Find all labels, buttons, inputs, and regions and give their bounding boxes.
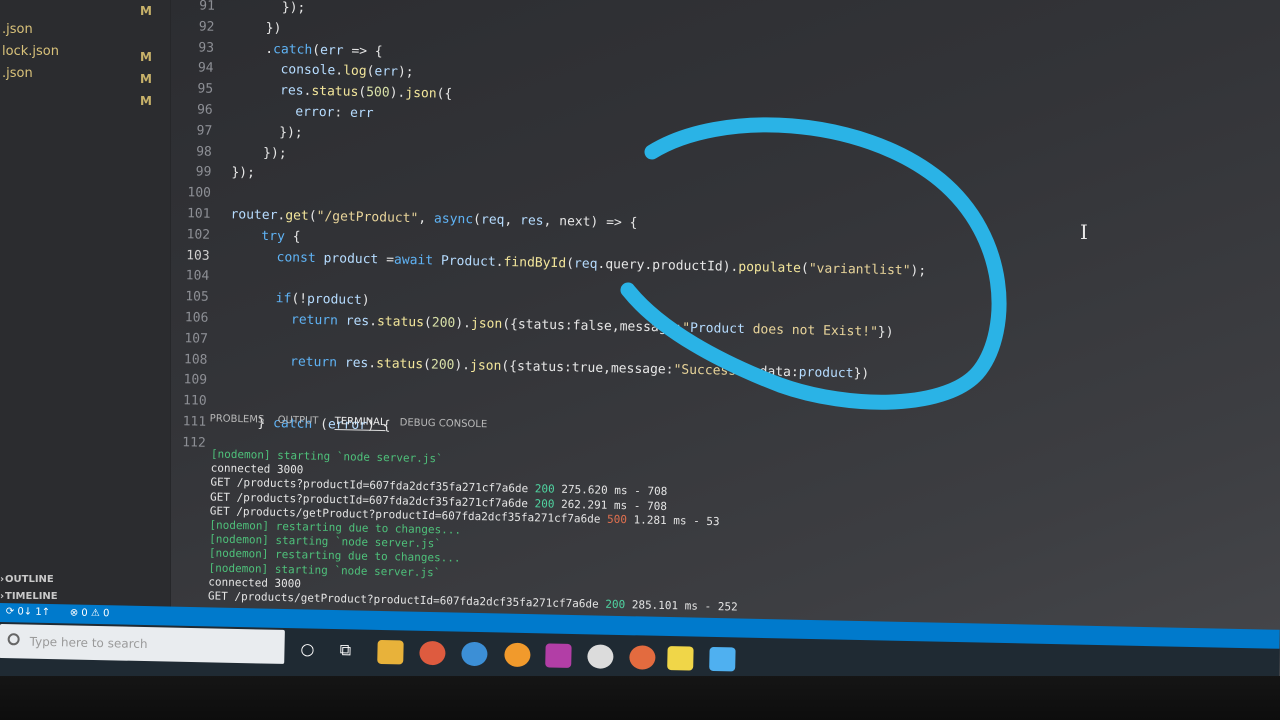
line-number: 101	[186, 206, 211, 222]
code-line[interactable]: return res.status(200).json({status:true…	[227, 353, 869, 381]
chevron-right-icon: ›	[0, 574, 5, 585]
line-number: 109	[183, 372, 208, 389]
line-number: 108	[183, 351, 208, 368]
taskbar-search[interactable]	[0, 623, 285, 664]
code-editor[interactable]: 91 92 93 94 95 96 97 98 99 100 101 102 103 104 105 106 1…	[167, 0, 1280, 451]
sync-status[interactable]: ⟳ 0↓ 1↑	[6, 606, 50, 618]
vscode-icon[interactable]	[709, 646, 736, 672]
chrome-icon[interactable]	[419, 640, 446, 666]
line-number: 91	[199, 0, 216, 14]
terminal-line: connected 3000	[210, 461, 304, 477]
tab-output[interactable]: OUTPUT	[278, 415, 319, 427]
code-line[interactable]: try {	[230, 228, 300, 245]
explorer-sidebar: .json M lock.json M .json M M › OUTLINE …	[0, 0, 171, 620]
chrome-profile-icon[interactable]	[461, 641, 488, 667]
code-line[interactable]: res.status(500).json({	[233, 82, 452, 102]
modified-badge: M	[140, 4, 152, 18]
chrome-icon[interactable]	[629, 645, 656, 670]
outline-section[interactable]: › OUTLINE	[0, 572, 170, 590]
code-line[interactable]: });	[232, 124, 303, 140]
line-number: 92	[198, 19, 215, 35]
code-line[interactable]: console.log(err);	[233, 62, 413, 81]
timeline-label: TIMELINE	[5, 591, 58, 602]
text-cursor-icon: I	[1080, 220, 1088, 244]
line-number: 104	[185, 268, 210, 285]
line-number: 94	[197, 60, 214, 77]
outline-label: OUTLINE	[5, 574, 54, 585]
search-input[interactable]	[27, 631, 272, 657]
file-explorer-icon[interactable]	[377, 639, 404, 665]
postman-icon[interactable]	[504, 642, 531, 668]
code-line[interactable]: error: err	[233, 103, 374, 122]
code-line[interactable]: .catch(err => {	[234, 41, 383, 58]
task-view-icon[interactable]: ⧉	[332, 639, 358, 664]
app-icon[interactable]	[545, 643, 572, 668]
explorer-file-item[interactable]: .json M	[0, 4, 170, 42]
line-number: 106	[184, 310, 209, 326]
code-line[interactable]: });	[231, 166, 255, 181]
line-number: 99	[195, 164, 212, 181]
line-number: 95	[197, 81, 214, 98]
line-number: 93	[198, 40, 215, 56]
modified-badge: M	[140, 50, 152, 64]
line-number: 107	[184, 331, 209, 347]
explorer-file-item[interactable]: lock.json M	[0, 42, 170, 64]
line-number: 98	[196, 144, 212, 160]
line-number-gutter: 91 92 93 94 95 96 97 98 99 100 101 102 103 104 105 106 1…	[175, 0, 1280, 451]
line-number: 96	[196, 102, 213, 118]
code-line[interactable]: router.get("/getProduct", async(req, res…	[230, 207, 637, 231]
http-status-code: 200	[534, 496, 555, 511]
explorer-file-item[interactable]: .json M	[0, 64, 170, 86]
sticky-notes-icon[interactable]	[667, 645, 694, 671]
code-line[interactable]: if(!product)	[229, 290, 370, 308]
file-name: .json	[2, 66, 33, 81]
line-number: 102	[186, 227, 211, 243]
code-line[interactable]: });	[235, 0, 306, 15]
line-number: 103	[186, 247, 210, 264]
chevron-right-icon: ›	[0, 591, 5, 602]
code-area[interactable]: }); }) .catch(err => { console.log(err);…	[175, 0, 1280, 433]
terminal-line: connected 3000	[208, 575, 302, 591]
code-line[interactable]: return res.status(200).json({status:fals…	[228, 311, 894, 341]
tab-problems[interactable]: PROBLEMS	[210, 413, 265, 425]
panel-tab-bar: PROBLEMS OUTPUT TERMINAL DEBUG CONSOLE	[189, 413, 889, 448]
monitor-screen: .json M lock.json M .json M M › OUTLINE …	[0, 0, 1280, 720]
code-line[interactable]: const product =await Product.findById(re…	[229, 249, 926, 279]
http-status-code: 500	[606, 512, 628, 526]
http-status-code: 200	[534, 482, 555, 497]
line-number: 97	[196, 123, 213, 139]
problems-status[interactable]: ⊗ 0 ⚠ 0	[70, 607, 110, 619]
line-number: 105	[185, 289, 209, 305]
code-line[interactable]: });	[232, 145, 287, 160]
code-line[interactable]: })	[234, 20, 282, 36]
modified-badge: M	[140, 94, 152, 108]
line-number: 100	[187, 185, 212, 201]
modified-badge: M	[140, 72, 152, 86]
cortana-icon[interactable]: ○	[294, 638, 320, 663]
file-name: lock.json	[2, 44, 59, 59]
app-icon[interactable]	[587, 644, 614, 669]
tab-terminal[interactable]: TERMINAL	[334, 416, 386, 432]
search-icon	[7, 633, 20, 646]
explorer-file-item[interactable]: M	[0, 86, 170, 108]
tab-debug-console[interactable]: DEBUG CONSOLE	[400, 417, 488, 430]
http-status-code: 200	[605, 597, 626, 612]
file-name: .json	[2, 22, 33, 37]
monitor-bezel	[0, 676, 1280, 720]
